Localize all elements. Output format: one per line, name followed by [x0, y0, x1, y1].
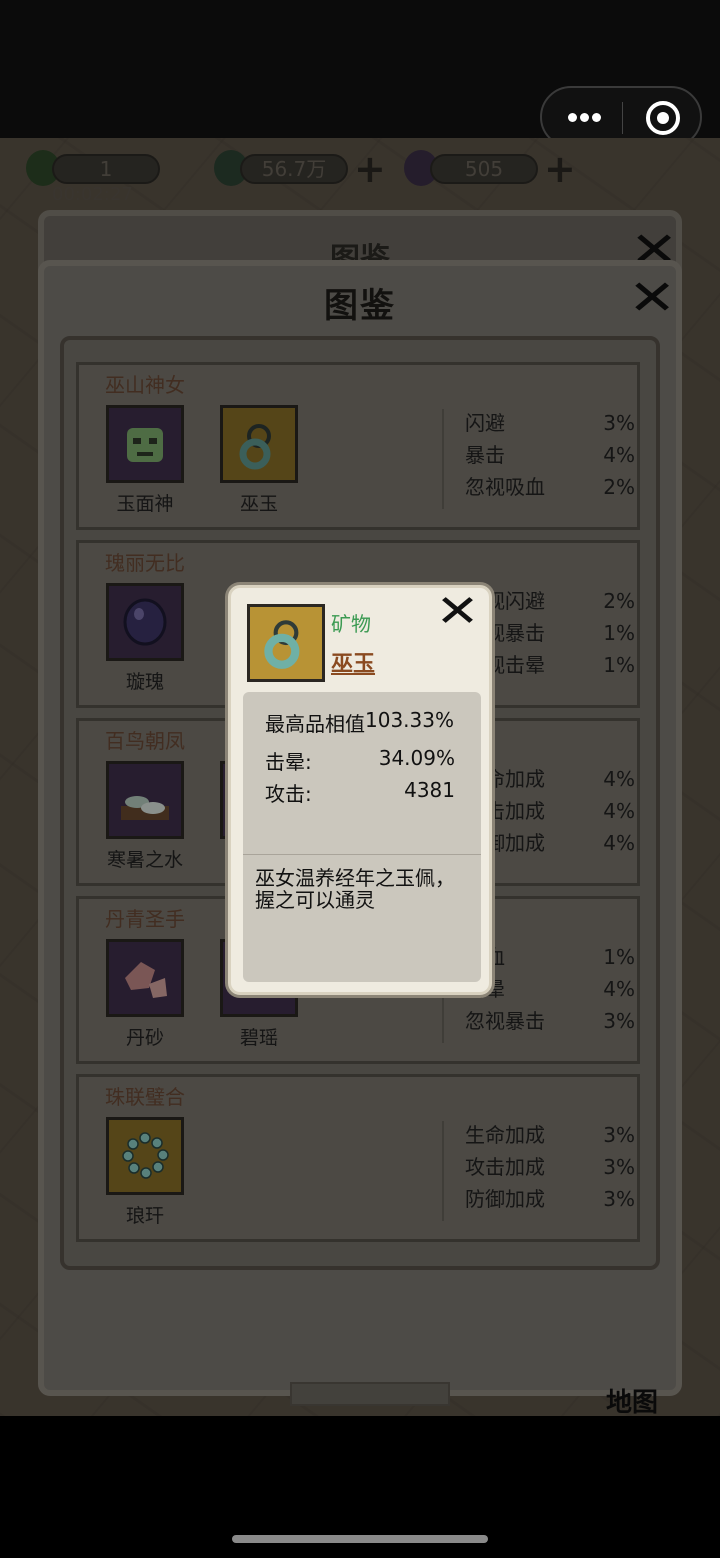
item-description: 巫女温养经年之玉佩，握之可以通灵 [255, 866, 455, 912]
popup-close-icon[interactable]: ✕ [435, 590, 479, 634]
quality-label: 最高品相值 [265, 712, 365, 736]
close-miniprogram-icon[interactable] [646, 101, 680, 135]
item-category: 矿物 [331, 612, 371, 636]
more-icon[interactable] [566, 108, 606, 128]
home-indicator[interactable] [232, 1535, 488, 1543]
item-detail-popup: 矿物 巫玉 ✕ 最高品相值 103.33% 击晕: 34.09% 攻击: 4381 巫… [228, 585, 492, 995]
stun-value: 34.09% [378, 746, 455, 770]
stun-label: 击晕: [265, 750, 312, 774]
jade-pendant-icon [247, 604, 325, 682]
attack-label: 攻击: [265, 782, 312, 806]
game-scene: 1 00:02:27 56.7万 + 505 + 图鉴 ✕ 图鉴 ✕ 巫山神女 … [0, 138, 720, 1416]
quality-value: 103.33% [365, 708, 454, 732]
item-description-box: 巫女温养经年之玉佩，握之可以通灵 [243, 854, 481, 982]
item-stats: 最高品相值 103.33% 击晕: 34.09% 攻击: 4381 [243, 692, 481, 856]
item-name: 巫玉 [331, 652, 376, 677]
attack-value: 4381 [404, 778, 455, 802]
capsule-divider [622, 102, 623, 134]
